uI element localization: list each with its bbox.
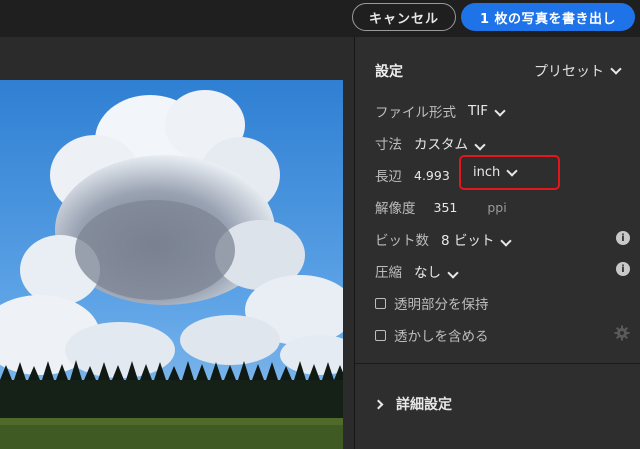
watermark-row[interactable]: 透かしを含める bbox=[375, 325, 489, 345]
export-settings-panel: 設定 プリセット ファイル形式 TIF 寸法 カスタム 長辺 4.993 inc… bbox=[354, 37, 640, 449]
chevron-down-icon bbox=[474, 139, 486, 151]
file-format-row: ファイル形式 TIF bbox=[375, 101, 506, 121]
bit-depth-value: 8 ビット bbox=[441, 233, 495, 249]
preserve-transparency-row[interactable]: 透明部分を保持 bbox=[375, 293, 489, 313]
preview-photo bbox=[0, 80, 343, 449]
compression-label: 圧縮 bbox=[375, 265, 402, 281]
watermark-label: 透かしを含める bbox=[394, 329, 489, 345]
info-icon[interactable]: i bbox=[616, 262, 630, 276]
unit-dropdown[interactable]: inch bbox=[459, 155, 560, 190]
compression-row: 圧縮 なし bbox=[375, 261, 459, 281]
export-button[interactable]: 1 枚の写真を書き出し bbox=[461, 3, 635, 31]
advanced-settings-label: 詳細設定 bbox=[396, 397, 452, 413]
unit-value: inch bbox=[473, 165, 501, 180]
resolution-unit: ppi bbox=[487, 199, 507, 215]
bit-depth-row: ビット数 8 ビット bbox=[375, 229, 513, 249]
settings-title: 設定 bbox=[375, 64, 403, 80]
advanced-settings-toggle[interactable]: 詳細設定 bbox=[373, 394, 452, 414]
watermark-checkbox[interactable] bbox=[375, 329, 386, 341]
resolution-label: 解像度 bbox=[375, 201, 416, 217]
resolution-row: 解像度 351 ppi bbox=[375, 197, 507, 218]
chevron-down-icon bbox=[447, 267, 459, 279]
long-edge-input[interactable]: 4.993 bbox=[414, 168, 450, 183]
dimensions-row: 寸法 カスタム bbox=[375, 133, 486, 153]
gear-icon[interactable] bbox=[614, 325, 630, 341]
file-format-label: ファイル形式 bbox=[375, 105, 456, 121]
dimensions-dropdown[interactable]: カスタム bbox=[414, 133, 486, 153]
preserve-transparency-label: 透明部分を保持 bbox=[394, 297, 489, 313]
info-icon[interactable]: i bbox=[616, 231, 630, 245]
preset-label: プリセット bbox=[534, 64, 604, 80]
top-bar: キャンセル 1 枚の写真を書き出し bbox=[0, 0, 640, 37]
preset-dropdown[interactable]: プリセット bbox=[534, 61, 622, 81]
compression-value: なし bbox=[414, 265, 441, 281]
preserve-transparency-checkbox[interactable] bbox=[375, 297, 386, 309]
section-divider bbox=[355, 363, 640, 364]
chevron-down-icon bbox=[506, 164, 518, 177]
dimensions-label: 寸法 bbox=[375, 137, 402, 153]
chevron-right-icon bbox=[373, 399, 384, 409]
chevron-down-icon bbox=[610, 63, 622, 75]
file-format-value: TIF bbox=[468, 103, 488, 119]
chevron-down-icon bbox=[494, 105, 506, 117]
long-edge-label: 長辺 bbox=[375, 169, 402, 185]
chevron-down-icon bbox=[500, 235, 513, 247]
dimensions-value: カスタム bbox=[414, 137, 468, 153]
long-edge-row: 長辺 4.993 bbox=[375, 165, 450, 186]
cancel-button[interactable]: キャンセル bbox=[352, 3, 456, 31]
compression-dropdown[interactable]: なし bbox=[414, 261, 459, 281]
file-format-dropdown[interactable]: TIF bbox=[468, 103, 506, 119]
bit-depth-label: ビット数 bbox=[375, 233, 429, 249]
bit-depth-dropdown[interactable]: 8 ビット bbox=[441, 229, 513, 249]
resolution-input[interactable]: 351 bbox=[434, 200, 458, 215]
